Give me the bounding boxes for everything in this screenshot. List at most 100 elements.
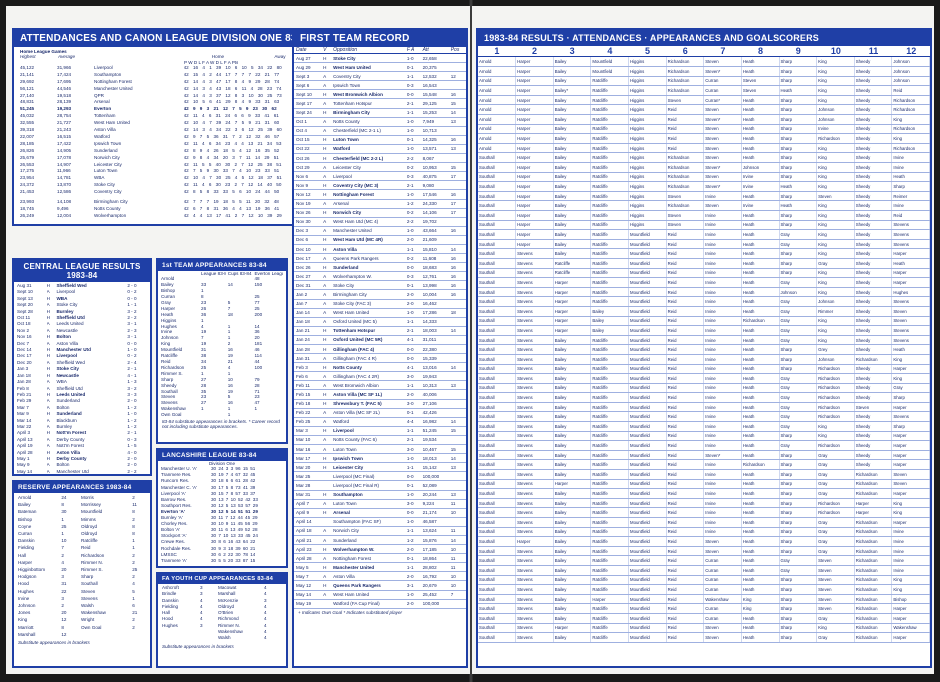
player-cell: Reid: [666, 344, 705, 355]
player-cell: Irvine: [703, 498, 742, 509]
player-cell: Heath: [741, 575, 780, 586]
player-cell: Reid: [666, 565, 705, 576]
player-cell: Ratcliffe: [590, 114, 629, 125]
reserve-row: Bishop 1 Mimms 2: [18, 516, 146, 523]
fixture-row: Nov 19 A Arsenal 1-2 24,330 17: [294, 199, 466, 209]
fixture-row: Mar 16 A Luton Town 3-0 10,467 15: [294, 444, 466, 455]
score: 2-0: [404, 289, 421, 300]
player-cell: Irvine: [703, 258, 742, 269]
reserve-row: Bailey 8 Morrissey 11: [18, 501, 146, 508]
player-name: Richardson: [81, 552, 105, 558]
highest-attendance: 51,245: [20, 106, 35, 112]
fixture-row: Mar 28 Liverpool (MC Final R) 0-1 52,089: [294, 480, 466, 491]
score: 1-1: [404, 426, 421, 436]
first-team-record-title: FIRST TEAM RECORD: [294, 30, 466, 47]
player-cell: Harper: [553, 287, 592, 298]
highest-attendance: 24,372: [20, 182, 35, 188]
player-cell: Ratcliffe: [590, 229, 629, 240]
opponent: West Bromwich Albion: [331, 89, 405, 100]
player-cell: Richardson: [854, 575, 893, 586]
player-cell: Heath: [741, 57, 780, 68]
player-cell: Harper: [515, 95, 554, 106]
league-position: 13: [448, 144, 466, 155]
match-date: Mar 31: [294, 490, 322, 500]
appearances: 10: [61, 538, 67, 544]
player-cell: Ratcliffe: [590, 287, 629, 298]
opponent: West Ham United: [331, 590, 405, 600]
player-cell: Irvine: [703, 210, 742, 221]
venue: H: [321, 544, 332, 555]
player-name: Steven: [81, 588, 96, 594]
player-cell: Harper: [553, 325, 592, 336]
appearance-row: Own Goal 1: [161, 412, 283, 418]
player-cell: Sharp: [779, 191, 818, 202]
match-date: Feb 6: [294, 371, 322, 382]
reserve-row: Marriott 8 Own Goal 2: [18, 624, 146, 631]
player-cell: Southall: [478, 162, 517, 173]
shirt-number: 3: [569, 46, 575, 56]
player-name: Southall: [81, 581, 98, 587]
lineup-row: Southall Stevens Bailey Ratcliffe Mountfield…: [478, 402, 930, 413]
score: 2-0: [404, 389, 421, 400]
player-cell: Reid: [666, 143, 705, 154]
player-cell: Bailey: [553, 364, 592, 375]
right-page: 1983-84 RESULTS · ATTENDANCES · APPEARAN…: [472, 6, 934, 674]
fixture-row: Sept 3 A Coventry City 1-1 12,532 12: [294, 71, 466, 82]
opponent: Luton Town: [331, 135, 405, 145]
league-position: [448, 471, 466, 482]
player-cell: Ratcliffe: [590, 613, 629, 624]
lineup-row: Southall Stevens Bailey Ratcliffe Mountfield…: [478, 632, 930, 643]
shirt-number: 11: [868, 46, 879, 56]
player-cell: Ratcliffe: [590, 191, 629, 202]
appearances: 8: [132, 509, 135, 515]
fixture-row: April 23 H Wolverhampton W. 2-0 17,185 10: [294, 544, 466, 555]
score: 0-1: [404, 280, 421, 291]
score: 4-4: [404, 417, 421, 427]
player-cell: Richardson: [816, 373, 855, 384]
appearances: 20: [61, 567, 67, 573]
match-date: May 7: [294, 571, 322, 582]
player-cell: Irvine: [703, 296, 742, 307]
match-date: Nov 9: [294, 180, 322, 191]
attendance: 20,244: [420, 490, 449, 500]
fixture-row: Nov 30 A West Ham Utd (MC 4) 2-2 19,702: [294, 217, 466, 227]
player-cell: Mountfield: [628, 287, 667, 298]
player-cell: Heath: [741, 143, 780, 154]
player-cell: Heath: [891, 258, 930, 269]
fixture-row: Dec 3 A Manchester United 1-0 43,664 16: [294, 226, 466, 236]
player-cell: Ratcliffe: [590, 507, 629, 518]
player-cell: Gray: [779, 402, 818, 413]
player-cell: Gray: [779, 383, 818, 394]
player-cell: Heath: [891, 172, 930, 183]
venue: A: [321, 71, 332, 82]
player-cell: Harper: [515, 114, 554, 125]
opponent: Coventry City (MC 3): [331, 180, 405, 191]
attendance: 51,245: [420, 426, 449, 436]
match-date: Jan 24: [294, 335, 322, 346]
match-date: Feb 25: [294, 417, 322, 427]
score: 0-2: [404, 208, 421, 218]
player-cell: Harper: [891, 613, 930, 624]
match-date: Oct 26: [294, 153, 322, 164]
attendance: 20,679: [420, 580, 449, 591]
league-position: [448, 599, 466, 609]
lineup-row: Southall Stevens Bailey Ratcliffe Mountfield…: [478, 555, 930, 566]
player-cell: Southall: [478, 152, 517, 164]
appearances: 2: [132, 574, 135, 580]
fixture-row: April 7 A Luton Town 3-0 9,224 11: [294, 499, 466, 509]
player-cell: Mountfield: [628, 296, 667, 307]
fixture-row: Feb 11 A West Bromwich Albion 1-1 10,313 13: [294, 380, 466, 391]
youth-title: FA YOUTH CUP APPEARANCES 83-84: [158, 574, 286, 584]
player-cell: Ratcliffe: [553, 258, 592, 269]
match-date: Dec 26: [294, 262, 322, 273]
match-date: Aug 29: [294, 62, 322, 73]
venue: A: [321, 317, 332, 327]
venue: A: [321, 280, 332, 291]
appearances: 2: [61, 552, 64, 558]
player-cell: Gray: [816, 488, 855, 499]
opponent: Liverpool: [331, 171, 405, 182]
league-position: 11: [448, 499, 466, 509]
player-cell: King: [816, 287, 855, 298]
average-attendance: 17,424: [57, 71, 72, 77]
player-cell: Mountfield: [628, 229, 667, 240]
